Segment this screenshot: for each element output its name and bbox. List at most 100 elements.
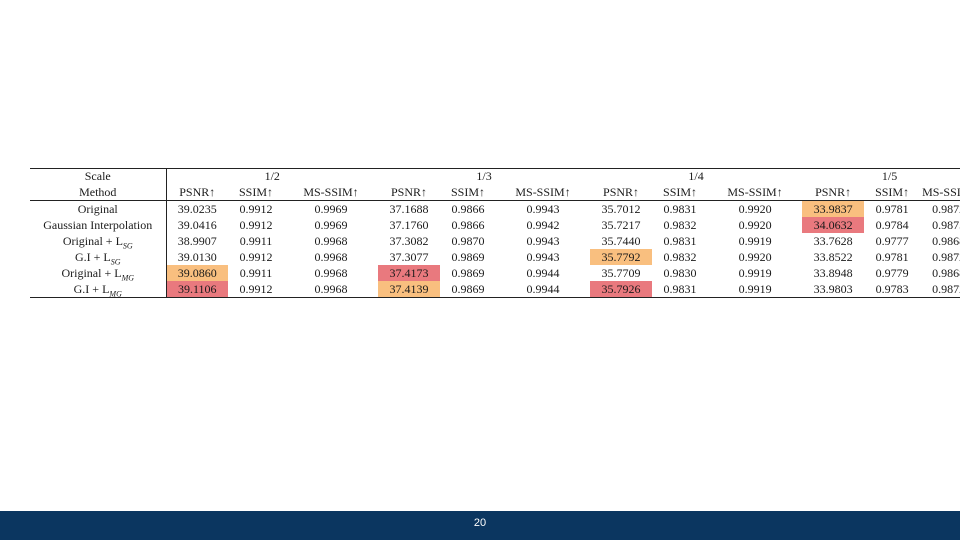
- value-cell: 37.1688: [389, 201, 429, 216]
- value-cell: 0.9872: [932, 249, 960, 264]
- value-cell: 0.9969: [314, 201, 348, 216]
- table-row: Gaussian Interpolation 39.0416 0.9912 0.996…: [30, 217, 960, 233]
- value-cell: 0.9872: [932, 281, 960, 296]
- value-cell: 37.1760: [389, 217, 429, 232]
- value-cell: 0.9943: [526, 249, 560, 264]
- metric-header: MS-SSIM↑: [708, 184, 803, 201]
- value-cell: 0.9912: [239, 281, 273, 296]
- value-cell: 0.9830: [663, 265, 697, 280]
- method-name-text: Original + L: [62, 233, 123, 248]
- value-cell: 0.9912: [239, 217, 273, 232]
- value-cell: 0.9869: [451, 249, 485, 264]
- value-cell: 0.9866: [451, 217, 485, 232]
- value-cell: 0.9911: [239, 233, 273, 248]
- scale-label: Scale: [30, 168, 167, 184]
- method-name: G.I + LSG: [30, 249, 167, 265]
- value-cell: 37.4139: [378, 281, 441, 298]
- metric-header-row: Method PSNR↑ SSIM↑ MS-SSIM↑ PSNR↑ SSIM↑ …: [30, 184, 960, 201]
- value-cell: 39.0860: [166, 265, 228, 281]
- value-cell: 0.9920: [738, 249, 772, 264]
- page-number: 20: [473, 517, 487, 529]
- value-cell: 0.9831: [663, 281, 697, 296]
- value-cell: 0.9919: [738, 265, 772, 280]
- value-cell: 0.9872: [932, 201, 960, 216]
- method-name-text: Gaussian Interpolation: [43, 217, 153, 232]
- value-cell: 35.7926: [590, 281, 653, 298]
- value-cell: 0.9912: [239, 249, 273, 264]
- value-cell: 39.0235: [177, 201, 217, 216]
- value-cell: 0.9783: [875, 281, 909, 296]
- value-cell: 37.3077: [389, 249, 429, 264]
- value-cell: 0.9920: [738, 201, 772, 216]
- value-cell: 39.1106: [166, 281, 228, 298]
- value-cell: 0.9777: [875, 233, 909, 248]
- table-row: G.I + LMG 39.1106 0.9912 0.9968 37.4139 0.986…: [30, 281, 960, 298]
- value-cell: 35.7440: [601, 233, 641, 248]
- value-cell: 0.9944: [526, 281, 560, 296]
- value-cell: 0.9868: [932, 265, 960, 280]
- table-row: Original + LSG 38.9907 0.9911 0.9968 37.3082…: [30, 233, 960, 249]
- metric-header: PSNR↑: [590, 184, 653, 201]
- value-cell: 33.7628: [813, 233, 853, 248]
- results-body: Original 39.0235 0.9912 0.9969 37.1688 0.9866…: [30, 200, 960, 298]
- metric-header: PSNR↑: [378, 184, 441, 201]
- method-name-text: G.I + L: [74, 249, 111, 264]
- value-cell: 35.7012: [601, 201, 641, 216]
- scale-header-row: Scale 1/2 1/3 1/4 1/5: [30, 168, 960, 184]
- value-cell: 39.0130: [177, 249, 217, 264]
- value-cell: 0.9781: [875, 201, 909, 216]
- table-row: Original + LMG 39.0860 0.9911 0.9968 37.4173…: [30, 265, 960, 281]
- value-cell: 39.0416: [177, 217, 217, 232]
- value-cell: 35.7217: [601, 217, 641, 232]
- value-cell: 0.9968: [314, 265, 348, 280]
- method-subscript: SG: [122, 240, 133, 250]
- scale-header: 1/2: [264, 169, 280, 183]
- value-cell: 33.8948: [813, 265, 853, 280]
- metric-header: SSIM↑: [652, 184, 709, 201]
- value-cell: 0.9875: [932, 217, 960, 232]
- metric-header: SSIM↑: [864, 184, 921, 201]
- scale-header: 1/5: [881, 169, 898, 183]
- value-cell: 35.7709: [601, 265, 641, 280]
- scale-header: 1/4: [688, 169, 704, 183]
- value-cell: 37.3082: [389, 233, 429, 248]
- footer-bar: 20: [0, 511, 960, 540]
- method-name-text: Original: [77, 201, 118, 216]
- value-cell: 0.9784: [875, 217, 909, 232]
- value-cell: 0.9942: [526, 217, 560, 232]
- method-name: Original + LMG: [30, 265, 167, 282]
- value-cell: 38.9907: [177, 233, 217, 248]
- method-name: Original + LSG: [30, 233, 167, 250]
- value-cell: 0.9943: [526, 201, 560, 216]
- method-name: Original: [30, 200, 167, 217]
- value-cell: 0.9912: [239, 201, 273, 216]
- value-cell: 0.9869: [451, 265, 485, 280]
- value-cell: 0.9870: [451, 233, 485, 248]
- value-cell: 37.4173: [378, 265, 441, 281]
- method-name-text: G.I + L: [73, 281, 110, 296]
- method-subscript: MG: [121, 272, 135, 282]
- value-cell: 0.9911: [239, 265, 273, 280]
- method-name: G.I + LMG: [30, 281, 167, 298]
- metric-header: PSNR↑: [166, 184, 228, 201]
- method-name-text: Original + L: [61, 265, 122, 280]
- value-cell: 0.9968: [314, 281, 348, 296]
- value-cell: 0.9944: [526, 265, 560, 280]
- metric-header: SSIM↑: [440, 184, 497, 201]
- value-cell: 0.9920: [738, 217, 772, 232]
- table-row: Original 39.0235 0.9912 0.9969 37.1688 0.9866…: [30, 200, 960, 217]
- method-label: Method: [30, 184, 167, 201]
- value-cell: 0.9968: [314, 249, 348, 264]
- value-cell: 0.9868: [932, 233, 960, 248]
- value-cell: 34.0632: [802, 217, 865, 233]
- method-subscript: MG: [109, 288, 122, 298]
- metric-header: SSIM↑: [228, 184, 284, 201]
- value-cell: 0.9831: [663, 233, 697, 248]
- results-table: Scale 1/2 1/3 1/4 1/5 Method PSNR↑ SSIM↑…: [30, 168, 960, 298]
- method-name: Gaussian Interpolation: [30, 217, 167, 233]
- value-cell: 0.9781: [875, 249, 909, 264]
- value-cell: 0.9832: [663, 249, 697, 264]
- value-cell: 0.9969: [314, 217, 348, 232]
- value-cell: 0.9831: [663, 201, 697, 216]
- value-cell: 0.9919: [738, 233, 772, 248]
